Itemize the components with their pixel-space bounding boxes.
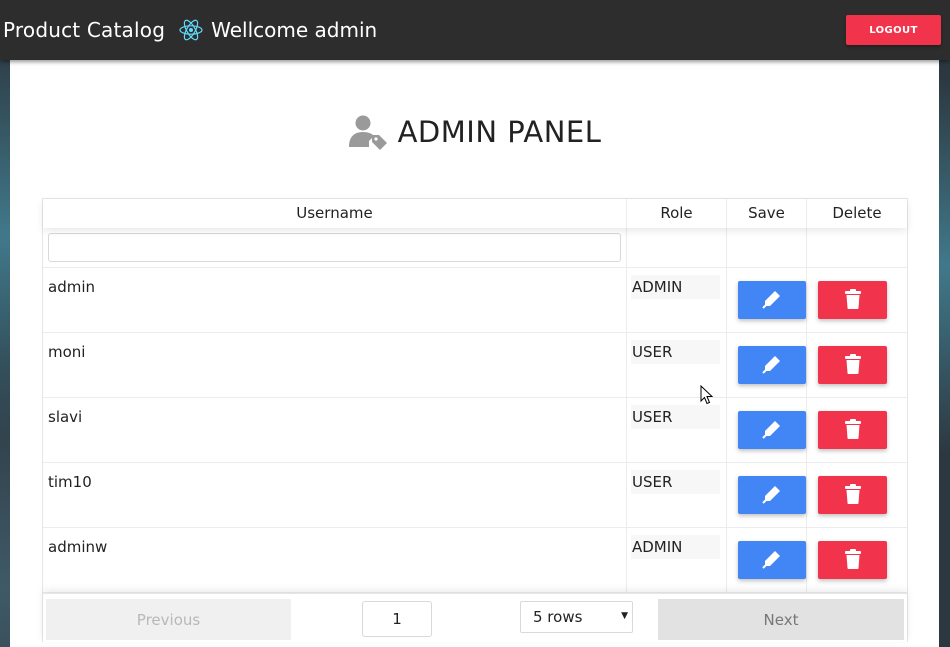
save-cell	[727, 268, 807, 332]
username-cell: admin	[43, 268, 627, 332]
save-button[interactable]	[738, 346, 806, 384]
role-cell: ADMIN	[627, 268, 727, 332]
role-field[interactable]: ADMIN	[631, 275, 720, 299]
page-title: ADMIN PANEL	[10, 112, 939, 152]
navbar: Product Catalog Wellcome admin LOGOUT	[0, 0, 950, 60]
role-cell: USER	[627, 398, 727, 462]
brand-title[interactable]: Product Catalog	[3, 18, 165, 42]
pencil-icon	[762, 289, 782, 312]
delete-cell	[807, 463, 907, 527]
save-button[interactable]	[738, 411, 806, 449]
username-text: tim10	[48, 473, 92, 491]
column-header-delete: Delete	[832, 204, 882, 222]
dropdown-arrow-icon: ▼	[621, 611, 628, 621]
delete-button[interactable]	[818, 281, 887, 319]
rows-per-page-value: 5 rows	[533, 608, 583, 626]
welcome-text: Wellcome admin	[211, 18, 378, 42]
username-text: admin	[48, 278, 95, 296]
column-header-role[interactable]: Role	[627, 199, 727, 228]
logout-button[interactable]: LOGOUT	[846, 15, 941, 45]
pencil-icon	[762, 354, 782, 377]
delete-button[interactable]	[818, 346, 887, 384]
role-field[interactable]: ADMIN	[631, 535, 720, 559]
delete-cell	[807, 333, 907, 397]
page-number-input[interactable]	[362, 601, 432, 637]
table-row: moni USER	[43, 333, 907, 398]
column-header-username[interactable]: Username	[43, 199, 627, 228]
delete-button[interactable]	[818, 411, 887, 449]
table-row: adminw ADMIN	[43, 528, 907, 593]
save-cell	[727, 398, 807, 462]
filter-row	[43, 228, 907, 268]
username-text: adminw	[48, 538, 108, 556]
pencil-icon	[762, 484, 782, 507]
table-row: slavi USER	[43, 398, 907, 463]
next-button[interactable]: Next	[658, 599, 904, 640]
table-body: admin ADMIN moni USER slavi USER tim10 U…	[43, 268, 907, 593]
save-filter-cell	[727, 228, 807, 268]
save-cell	[727, 528, 807, 592]
users-table: Username Role Save Delete admin ADMIN mo…	[42, 198, 908, 642]
delete-button[interactable]	[818, 541, 887, 579]
role-cell: USER	[627, 463, 727, 527]
username-cell: moni	[43, 333, 627, 397]
delete-button[interactable]	[818, 476, 887, 514]
previous-button[interactable]: Previous	[46, 599, 291, 640]
save-cell	[727, 333, 807, 397]
role-filter-cell	[627, 228, 727, 268]
delete-cell	[807, 528, 907, 592]
trash-icon	[844, 483, 862, 507]
admin-panel: ADMIN PANEL Username Role Save Delete ad…	[10, 60, 939, 647]
table-row: admin ADMIN	[43, 268, 907, 333]
username-cell: adminw	[43, 528, 627, 592]
table-header: Username Role Save Delete	[43, 199, 907, 228]
save-button[interactable]	[738, 281, 806, 319]
username-text: slavi	[48, 408, 83, 426]
pencil-icon	[762, 419, 782, 442]
rows-per-page-select[interactable]: 5 rows ▼	[520, 601, 633, 633]
trash-icon	[844, 418, 862, 442]
role-cell: ADMIN	[627, 528, 727, 592]
username-cell: tim10	[43, 463, 627, 527]
trash-icon	[844, 288, 862, 312]
pagination-bar: Previous 5 rows ▼ Next	[43, 593, 907, 642]
delete-filter-cell	[807, 228, 907, 268]
column-header-save: Save	[727, 199, 807, 228]
role-field[interactable]: USER	[631, 340, 720, 364]
trash-icon	[844, 353, 862, 377]
role-field[interactable]: USER	[631, 405, 720, 429]
username-cell: slavi	[43, 398, 627, 462]
react-icon	[179, 18, 203, 42]
save-button[interactable]	[738, 476, 806, 514]
delete-cell	[807, 398, 907, 462]
save-cell	[727, 463, 807, 527]
trash-icon	[844, 548, 862, 572]
table-row: tim10 USER	[43, 463, 907, 528]
save-button[interactable]	[738, 541, 806, 579]
mouse-cursor-icon	[700, 384, 714, 405]
pencil-icon	[762, 549, 782, 572]
role-field[interactable]: USER	[631, 470, 720, 494]
username-filter-cell	[43, 228, 627, 268]
delete-cell	[807, 268, 907, 332]
username-text: moni	[48, 343, 86, 361]
page-title-text: ADMIN PANEL	[397, 115, 602, 149]
username-filter-input[interactable]	[48, 233, 621, 262]
user-tag-icon	[348, 114, 390, 150]
